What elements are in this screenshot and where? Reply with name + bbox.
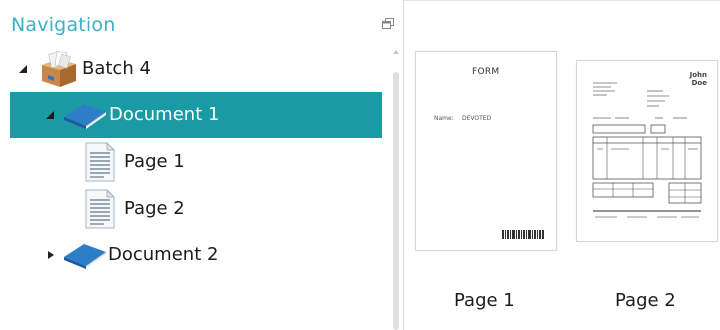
tree-item-page-1[interactable]: Page 1: [0, 139, 392, 185]
batch-box-icon: [42, 51, 76, 87]
thumbnail-form-label: Name:: [434, 115, 454, 122]
book-icon: [64, 104, 106, 129]
thumbnail-form-value: DEVOTED: [462, 115, 492, 122]
tree-item-document-1[interactable]: Document 1: [10, 92, 382, 138]
expanded-triangle-icon[interactable]: [18, 64, 28, 74]
page-icon: [85, 189, 116, 229]
collapsed-triangle-icon[interactable]: [46, 250, 56, 260]
navigation-panel: Navigation Batch 4 Document 1 Page 1 Pag…: [0, 0, 400, 330]
page-icon: [85, 142, 116, 182]
barcode-icon: [502, 230, 544, 239]
tree-item-batch-4[interactable]: Batch 4: [0, 46, 392, 92]
invoice-page-preview: [592, 82, 702, 218]
tree-item-label: Page 2: [124, 198, 185, 219]
scroll-up-arrow-icon[interactable]: [392, 48, 400, 56]
book-icon: [64, 244, 106, 269]
float-window-icon[interactable]: [382, 18, 394, 29]
thumbnail-caption-page-2: Page 2: [615, 290, 676, 311]
navigation-title: Navigation: [11, 14, 116, 36]
tree-item-page-2[interactable]: Page 2: [0, 186, 392, 232]
scrollbar-thumb[interactable]: [393, 72, 399, 330]
tree-item-label: Batch 4: [82, 58, 151, 79]
tree-item-label: Document 2: [108, 244, 219, 265]
expanded-triangle-icon[interactable]: [45, 110, 55, 120]
tree-item-label: Page 1: [124, 151, 185, 172]
thumbnails-panel: FORM Name: DEVOTED Page 1 John Doe Page …: [404, 0, 720, 330]
thumbnail-form-heading: FORM: [472, 67, 500, 77]
thumbnail-page-1[interactable]: FORM Name: DEVOTED: [415, 51, 557, 251]
tree-item-document-2[interactable]: Document 2: [0, 232, 392, 278]
thumbnail-caption-page-1: Page 1: [454, 290, 515, 311]
tree-item-label: Document 1: [109, 104, 220, 125]
thumbnail-page-2[interactable]: John Doe: [576, 60, 718, 242]
